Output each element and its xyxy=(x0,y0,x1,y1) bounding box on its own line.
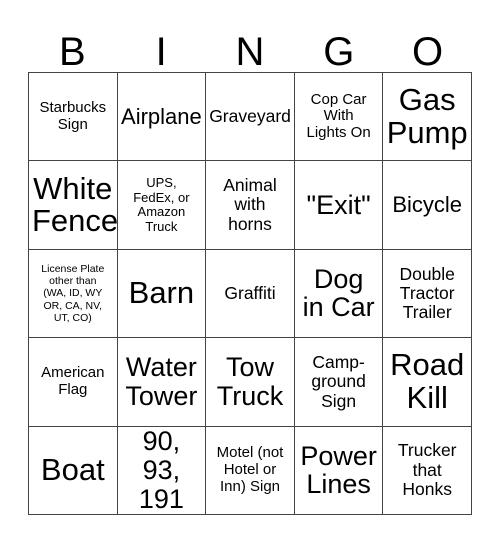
bingo-square-label: 90, 93, 191 xyxy=(138,426,184,514)
bingo-square[interactable]: Cop Car With Lights On xyxy=(294,73,384,162)
bingo-square-label: Cop Car With Lights On xyxy=(306,90,371,142)
bingo-square-label: Graffiti xyxy=(224,282,276,303)
bingo-square-label: Road Kill xyxy=(390,347,465,415)
bingo-square[interactable]: 90, 93, 191 xyxy=(117,426,207,515)
bingo-square[interactable]: Graveyard xyxy=(206,73,295,162)
bingo-square-label: Graveyard xyxy=(209,106,291,127)
bingo-square[interactable]: "Exit" xyxy=(294,161,384,250)
bingo-square-label: White Fence xyxy=(32,170,118,239)
bingo-square[interactable]: Dog in Car xyxy=(294,249,384,339)
bingo-square[interactable]: Water Tower xyxy=(117,338,207,427)
bingo-square[interactable]: UPS, FedEx, or Amazon Truck xyxy=(117,161,207,250)
bingo-square-label: Water Tower xyxy=(125,352,198,411)
bingo-square-label: Barn xyxy=(128,275,195,311)
bingo-square-label: Boat xyxy=(40,452,105,488)
bingo-grid: Starbucks Sign Airplane Graveyard Cop Car W… xyxy=(28,72,472,515)
bingo-square-label: UPS, FedEx, or Amazon Truck xyxy=(133,175,190,234)
bingo-square-label: Camp- ground Sign xyxy=(311,352,366,411)
bingo-header: B I N G O xyxy=(28,22,472,72)
bingo-square[interactable]: Airplane xyxy=(117,73,207,162)
bingo-square[interactable]: White Fence xyxy=(29,161,118,250)
bingo-square[interactable]: Barn xyxy=(117,249,207,339)
bingo-square-label: Starbucks Sign xyxy=(39,98,107,133)
bingo-square-label: Trucker that Honks xyxy=(397,440,457,499)
header-letter-b: B xyxy=(59,30,86,74)
header-letter-n: N xyxy=(235,30,265,74)
bingo-square-label: Double Tractor Trailer xyxy=(399,263,455,323)
bingo-square-label: Dog in Car xyxy=(302,263,375,323)
bingo-square[interactable]: Camp- ground Sign xyxy=(294,338,384,427)
bingo-square-label: Power Lines xyxy=(300,440,377,500)
bingo-square[interactable]: Graffiti xyxy=(206,249,295,339)
bingo-square-label: License Plate other than (WA, ID, WY OR,… xyxy=(41,262,105,325)
header-letter-i: I xyxy=(155,30,167,74)
bingo-square[interactable]: Tow Truck xyxy=(206,338,295,427)
bingo-square-label: "Exit" xyxy=(306,189,371,220)
bingo-square[interactable]: American Flag xyxy=(29,338,118,427)
bingo-square[interactable]: Road Kill xyxy=(383,338,472,427)
bingo-square[interactable]: Double Tractor Trailer xyxy=(383,249,472,339)
bingo-square[interactable]: Animal with horns xyxy=(206,161,295,250)
bingo-square[interactable]: Boat xyxy=(29,426,118,515)
bingo-square[interactable]: Gas Pump xyxy=(383,73,472,162)
bingo-square[interactable]: Power Lines xyxy=(294,426,384,515)
bingo-square-label: Airplane xyxy=(121,103,202,129)
bingo-square[interactable]: Trucker that Honks xyxy=(383,426,472,515)
bingo-square-label: Motel (not Hotel or Inn) Sign xyxy=(216,444,284,495)
bingo-square-label: Gas Pump xyxy=(386,82,468,150)
bingo-square[interactable]: Starbucks Sign xyxy=(29,73,118,162)
bingo-square[interactable]: Motel (not Hotel or Inn) Sign xyxy=(206,426,295,515)
bingo-square-label: Bicycle xyxy=(392,192,463,218)
bingo-square-label: Tow Truck xyxy=(216,352,284,411)
bingo-square[interactable]: Bicycle xyxy=(383,161,472,250)
bingo-card: B I N G O Starbucks Sign Airplane Graveyar… xyxy=(0,0,500,544)
bingo-square-label: Animal with horns xyxy=(223,175,277,234)
bingo-square-label: American Flag xyxy=(41,364,105,398)
header-letter-o: O xyxy=(412,30,444,74)
bingo-square[interactable]: License Plate other than (WA, ID, WY OR,… xyxy=(29,249,118,339)
header-letter-g: G xyxy=(323,30,355,74)
